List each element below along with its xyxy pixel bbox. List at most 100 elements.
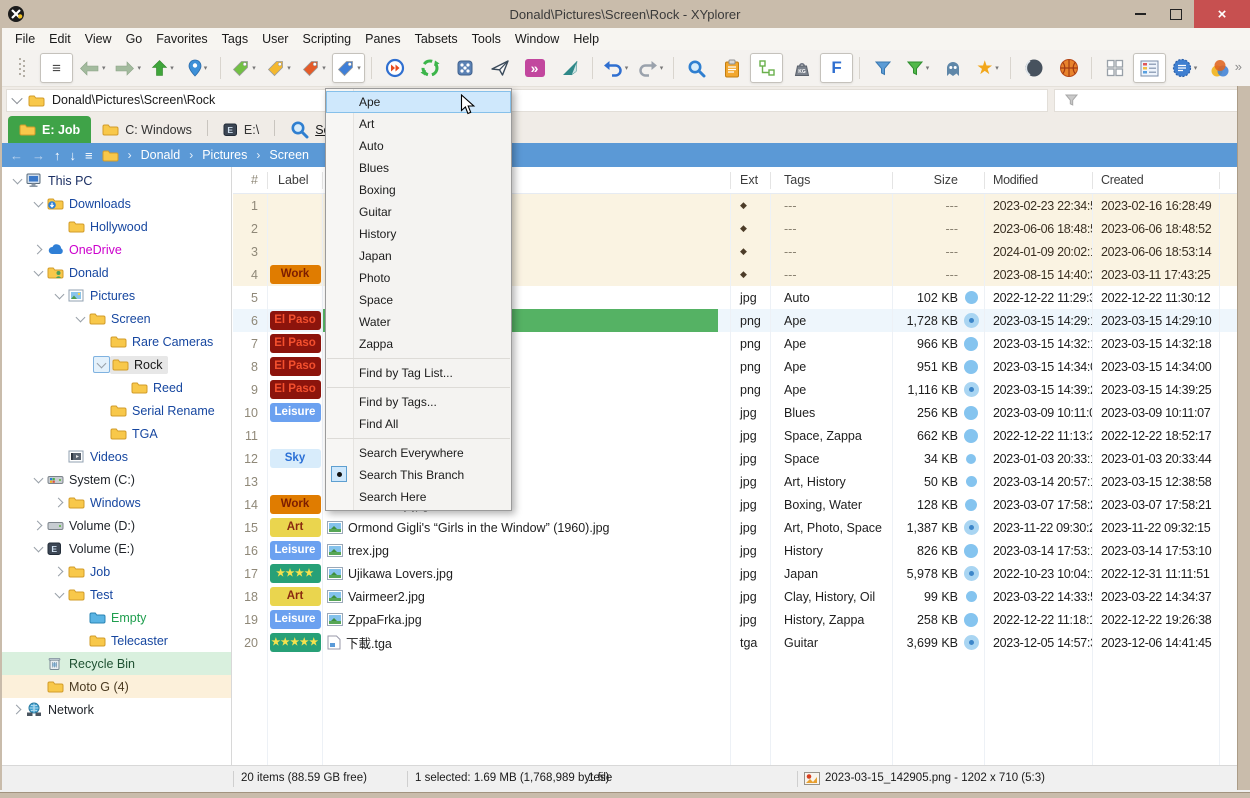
menu-item-guitar[interactable]: Guitar [326,201,511,223]
tree-expander-icon[interactable] [8,179,26,183]
tree-item-network[interactable]: Network [0,698,231,721]
ghost-button[interactable] [936,53,969,83]
tree-expander-icon[interactable] [29,522,47,529]
dropdown-caret-icon[interactable]: ▾ [170,64,174,72]
column-header-modified[interactable]: Modified [985,172,1093,189]
tree-item-system-c[interactable]: System (C:) [0,468,231,491]
tree-item-videos[interactable]: Videos [0,445,231,468]
menu-tools[interactable]: Tools [465,30,508,48]
dropdown-caret-icon[interactable]: ▾ [322,64,326,72]
menu-tabsets[interactable]: Tabsets [408,30,465,48]
menu-favorites[interactable]: Favorites [149,30,214,48]
tag-red-button[interactable]: ▾ [297,53,330,83]
menu-item-search-this-branch[interactable]: Search This Branch [326,464,511,486]
weight-kg-button[interactable]: KG [785,53,818,83]
tree-item-screen[interactable]: Screen [0,307,231,330]
tree-item-test[interactable]: Test [0,583,231,606]
address-dropdown-icon[interactable] [11,93,22,104]
crumb-segment-pictures[interactable]: Pictures [202,148,247,162]
dropdown-caret-icon[interactable]: ▾ [1194,64,1198,72]
tree-item-telecaster[interactable]: Telecaster [0,629,231,652]
crumb-up-icon[interactable]: ↑ [54,148,61,163]
menu-item-auto[interactable]: Auto [326,135,511,157]
tree-item-onedrive[interactable]: OneDrive [0,238,231,261]
crumb-forward-icon[interactable]: → [32,148,45,163]
menu-item-ape[interactable]: Ape [326,91,511,113]
tree-item-this-pc[interactable]: This PC [0,169,231,192]
menu-file[interactable]: File [8,30,42,48]
file-row-16[interactable]: 16Leisuretrex.jpgjpgHistory826 KB2023-03… [233,539,1237,562]
minimize-button[interactable] [1122,0,1158,28]
menu-item-search-everywhere[interactable]: Search Everywhere [326,442,511,464]
tree-item-hollywood[interactable]: Hollywood [0,215,231,238]
file-row-18[interactable]: 18ArtVairmeer2.jpgjpgClay, History, Oil9… [233,585,1237,608]
funnel-blue-button[interactable] [866,53,899,83]
dropdown-caret-icon[interactable]: ▾ [625,64,629,72]
menu-item-japan[interactable]: Japan [326,245,511,267]
tree-view-button[interactable] [750,53,783,83]
double-chevron-pink-button[interactable]: » [518,53,551,83]
tree-expander-icon[interactable] [29,547,47,551]
dropdown-caret-icon[interactable]: ▾ [138,64,142,72]
star-button[interactable]: ★▾ [971,53,1004,83]
tree-item-rare-cameras[interactable]: Rare Cameras [0,330,231,353]
tree-item-recycle-bin[interactable]: Recycle Bin [0,652,231,675]
tab-e-job[interactable]: E: Job [8,116,91,143]
crumb-back-icon[interactable]: ← [10,148,23,163]
tag-green-button[interactable]: ▾ [227,53,260,83]
close-button[interactable]: × [1194,0,1250,28]
crumb-segment-screen[interactable]: Screen [269,148,309,162]
tree-item-windows[interactable]: Windows [0,491,231,514]
paper-plane-button[interactable] [483,53,516,83]
details-view-button[interactable] [1133,53,1166,83]
tree-expander-icon[interactable] [50,568,68,575]
menu-edit[interactable]: Edit [42,30,78,48]
dropdown-caret-icon[interactable]: ▾ [252,64,256,72]
tab-c-windows[interactable]: C: Windows [91,116,203,143]
pin-button[interactable]: ▾ [181,53,214,83]
dropdown-caret-icon[interactable]: ▾ [926,64,930,72]
tree-expander-icon[interactable] [71,317,89,321]
toolbar-overflow-chevron[interactable]: » [1235,59,1242,74]
tree-item-job[interactable]: Job [0,560,231,583]
clipboard-button[interactable] [715,53,748,83]
tree-expander-icon[interactable] [29,478,47,482]
menu-scripting[interactable]: Scripting [295,30,358,48]
dropdown-caret-icon[interactable]: ▾ [357,64,361,72]
menu-window[interactable]: Window [508,30,566,48]
tag-blue-button[interactable]: ▾ [332,53,365,83]
menu-item-zappa[interactable]: Zappa [326,333,511,355]
menu-user[interactable]: User [255,30,295,48]
menu-item-blues[interactable]: Blues [326,157,511,179]
tree-item-pictures[interactable]: Pictures [0,284,231,307]
column-header-size[interactable]: Size [893,172,985,189]
menu-item-space[interactable]: Space [326,289,511,311]
moon-button[interactable] [1017,53,1050,83]
file-row-17[interactable]: 17★★★★Ujikawa Lovers.jpgjpgJapan5,978 KB… [233,562,1237,585]
tree-item-reed[interactable]: Reed [0,376,231,399]
up-button[interactable]: ▾ [146,53,179,83]
menu-tags[interactable]: Tags [215,30,255,48]
menu-panes[interactable]: Panes [358,30,407,48]
column-header-label[interactable]: Label [268,172,323,189]
menu-item-find-by-tag-list[interactable]: Find by Tag List... [326,362,511,384]
dropdown-caret-icon[interactable]: ▾ [204,64,208,72]
dropdown-caret-icon[interactable]: ▾ [287,64,291,72]
color-circles-button[interactable] [1203,53,1236,83]
column-header-item[interactable]: # [233,172,268,189]
crumb-menu-icon[interactable]: ≡ [85,148,93,163]
crumb-segment-donald[interactable]: Donald [141,148,181,162]
file-row-20[interactable]: 20★★★★★下載.tgatgaGuitar3,699 KB2023-12-05… [233,631,1237,654]
redo-button[interactable]: ▾ [634,53,667,83]
column-header-tags[interactable]: Tags [771,172,893,189]
menu-item-history[interactable]: History [326,223,511,245]
tree-expander-icon[interactable] [8,706,26,713]
tag-yellow-button[interactable]: ▾ [262,53,295,83]
dropdown-caret-icon[interactable]: ▾ [995,64,999,72]
tree-item-donald[interactable]: Donald [0,261,231,284]
tree-item-downloads[interactable]: Downloads [0,192,231,215]
back-button[interactable]: ▾ [75,53,109,83]
refresh-green-button[interactable] [413,53,446,83]
menu-button[interactable]: ≡ [40,53,73,83]
sync-red-button[interactable] [378,53,411,83]
